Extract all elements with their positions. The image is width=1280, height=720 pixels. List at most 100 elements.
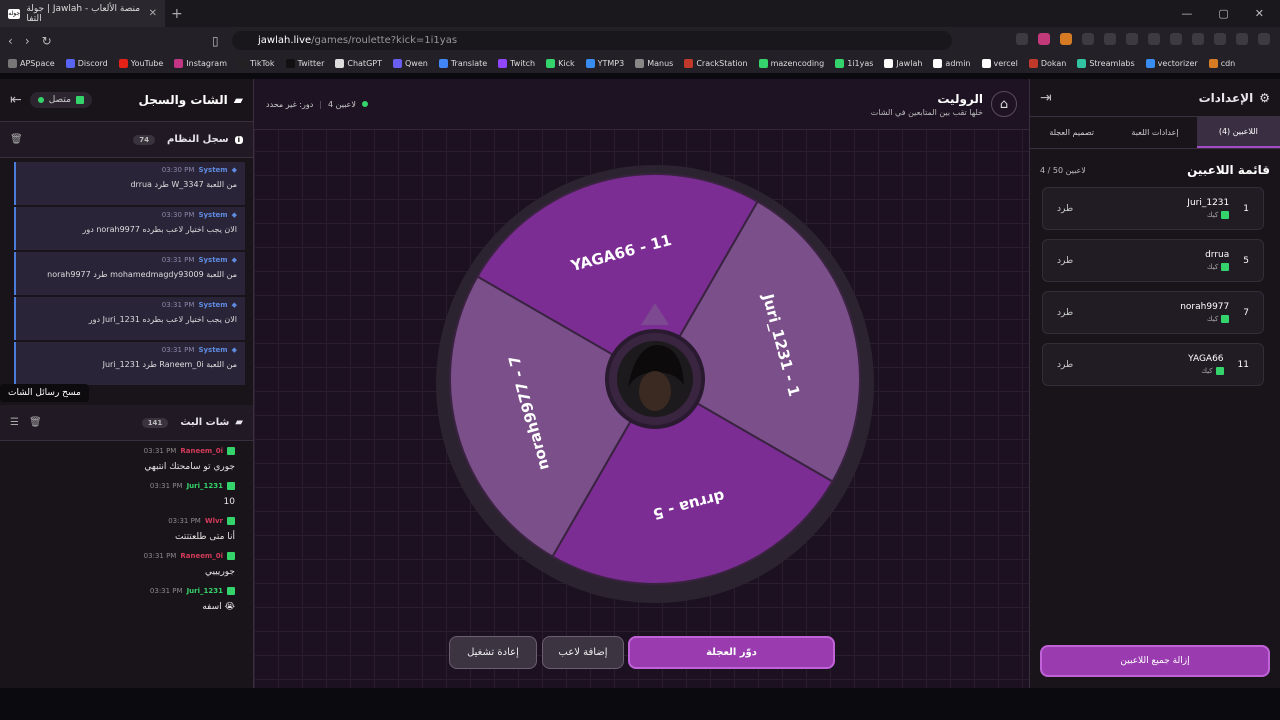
menu-icon[interactable]	[1258, 33, 1270, 45]
player-row: طرد Juri_1231 كيك 1	[1042, 187, 1264, 230]
tab-game-settings[interactable]: إعدادات اللعبة	[1113, 117, 1196, 148]
reload-icon[interactable]: ↻	[42, 34, 52, 48]
bookmark-item[interactable]: CrackStation	[684, 59, 748, 68]
extension-icon[interactable]	[1192, 33, 1204, 45]
spin-wheel-button[interactable]: دوّر العجلة	[628, 636, 835, 669]
align-icon[interactable]: ☰	[10, 417, 19, 428]
browser-tab[interactable]: جوله جولة | Jawlah - منصة الألعاب التفا …	[0, 0, 165, 27]
extension-icon[interactable]	[1016, 33, 1028, 45]
add-player-button[interactable]: إضافة لاعب	[542, 636, 624, 669]
bookmark-item[interactable]: Twitch	[498, 59, 535, 68]
bookmark-item[interactable]: vercel	[981, 59, 1018, 68]
forward-icon[interactable]: ›	[25, 34, 30, 48]
info-icon: i	[234, 135, 243, 144]
player-number: 7	[1243, 307, 1249, 318]
extension-icon[interactable]	[1038, 33, 1050, 45]
url-field[interactable]: jawlah.live/games/roulette?kick=1i1yas	[232, 31, 952, 50]
kick-icon	[1221, 211, 1230, 219]
kick-player-button[interactable]: طرد	[1057, 204, 1073, 214]
kick-player-button[interactable]: طرد	[1057, 308, 1073, 318]
chat-message: 03:31 PM Raneem_0i جوريييي	[143, 552, 235, 577]
bookmark-item[interactable]: Translate	[438, 59, 487, 68]
player-number: 1	[1243, 203, 1249, 214]
app-stage: ⇤ متصل الشات والسجل ▰ 🗑 74 سجل النظام i 03:…	[0, 79, 1280, 688]
bottom-bar	[0, 688, 1280, 720]
player-number: 11	[1237, 359, 1249, 370]
kick-icon	[1221, 315, 1230, 323]
bookmark-item[interactable]: admin	[933, 59, 971, 68]
restart-button[interactable]: إعادة تشغيل	[449, 636, 537, 669]
bookmark-icon[interactable]: ▯	[212, 34, 219, 48]
system-message: 03:30 PM System ◆ drrua طرد W_3347 من اللع…	[14, 162, 245, 205]
extension-icon[interactable]	[1126, 33, 1138, 45]
chat-log-panel: ⇤ متصل الشات والسجل ▰ 🗑 74 سجل النظام i 03:…	[0, 79, 254, 688]
roulette-title-block: الروليت خلها تقب بين المتابعين في الشات	[871, 92, 983, 117]
trash-icon[interactable]: 🗑	[10, 134, 23, 145]
close-window-icon[interactable]: ✕	[1255, 7, 1264, 20]
bookmark-item[interactable]: YouTube	[118, 59, 163, 68]
kick-icon	[1215, 367, 1224, 375]
players-list-title: قائمة اللاعبين	[1187, 163, 1270, 177]
chat-message: 03:31 PM Juri_1231 10	[149, 482, 235, 507]
tab-wheel-design[interactable]: تصميم العجلة	[1030, 117, 1113, 148]
extension-icon[interactable]	[1148, 33, 1160, 45]
back-icon[interactable]: ‹	[8, 34, 13, 48]
stream-chat-title: 141 شات البث ▰	[141, 417, 243, 428]
bookmark-item[interactable]: Twitter	[285, 59, 324, 68]
player-row: طرد YAGA66 كيك 11	[1042, 343, 1264, 386]
bookmark-item[interactable]: mazencoding	[758, 59, 824, 68]
online-dot-icon	[37, 97, 44, 103]
settings-panel: ⇥ الإعدادات ⚙ اللاعبين (4) إعدادات اللعبة…	[1029, 79, 1280, 688]
bookmark-item[interactable]: 1i1yas	[835, 59, 873, 68]
page-subtitle: خلها تقب بين المتابعين في الشات	[870, 107, 983, 117]
stream-chat-header: ☰ 🗑 141 شات البث ▰	[0, 405, 253, 441]
player-number: 5	[1243, 255, 1249, 266]
extension-icon[interactable]	[1104, 33, 1116, 45]
bookmark-item[interactable]: Jawlah	[884, 59, 922, 68]
bookmark-item[interactable]: Dokan	[1028, 59, 1066, 68]
bookmark-item[interactable]: APSpace	[8, 59, 55, 68]
bookmark-item[interactable]: TikTok	[238, 59, 275, 68]
turn-label: دور: غير محدد	[266, 99, 314, 109]
bookmark-item[interactable]: Manus	[635, 59, 673, 68]
extension-icon[interactable]	[1214, 33, 1226, 45]
bot-icon: ◆	[231, 346, 237, 354]
tab-players[interactable]: اللاعبين (4)	[1196, 117, 1280, 148]
extension-icon[interactable]	[1060, 33, 1072, 45]
maximize-icon[interactable]: ▢	[1218, 7, 1228, 20]
new-tab-icon[interactable]: +	[171, 6, 183, 22]
extension-icon[interactable]	[1236, 33, 1248, 45]
stream-chat-count: 141	[141, 417, 169, 428]
bookmark-item[interactable]: YTMP3	[585, 59, 624, 68]
minimize-icon[interactable]: —	[1181, 7, 1192, 20]
home-icon: ⌂	[999, 96, 1009, 112]
remove-all-players-button[interactable]: إزالة جميع اللاعبين	[1040, 645, 1270, 677]
extensions-toolbar	[1016, 33, 1270, 45]
bookmark-item[interactable]: Qwen	[392, 59, 428, 68]
player-name: drrua	[1205, 250, 1230, 260]
roulette-header: دور: غير محدد | 4 لاعبين الروليت خلها تق…	[254, 79, 1029, 130]
kick-icon	[1221, 263, 1230, 271]
bookmark-item[interactable]: Instagram	[174, 59, 227, 68]
collapse-panel-icon[interactable]: ⇥	[1040, 90, 1052, 106]
close-tab-icon[interactable]: ✕	[149, 8, 157, 19]
bookmark-item[interactable]: Discord	[65, 59, 108, 68]
roulette-wheel[interactable]: Juri_1231 - 1drrua - 5norah9977 - 7YAGA6…	[436, 165, 874, 603]
chat-author: Wlvr	[204, 517, 223, 525]
kick-player-button[interactable]: طرد	[1057, 256, 1073, 266]
bookmark-item[interactable]: cdn	[1208, 59, 1235, 68]
browser-tab-strip: جوله جولة | Jawlah - منصة الألعاب التفا …	[0, 0, 1280, 27]
bookmark-item[interactable]: Streamlabs	[1077, 59, 1135, 68]
extension-icon[interactable]	[1170, 33, 1182, 45]
bookmark-item[interactable]: Kick	[546, 59, 575, 68]
bot-icon: ◆	[231, 166, 237, 174]
clear-chat-icon[interactable]: 🗑	[29, 417, 42, 428]
chat-author: Juri_1231	[186, 482, 223, 490]
collapse-panel-icon[interactable]: ⇤	[10, 92, 22, 108]
bookmark-item[interactable]: ChatGPT	[335, 59, 382, 68]
bot-icon: ◆	[231, 256, 237, 264]
home-button[interactable]: ⌂	[991, 91, 1017, 117]
extension-icon[interactable]	[1082, 33, 1094, 45]
bookmark-item[interactable]: vectorizer	[1145, 59, 1198, 68]
kick-player-button[interactable]: طرد	[1057, 360, 1073, 370]
